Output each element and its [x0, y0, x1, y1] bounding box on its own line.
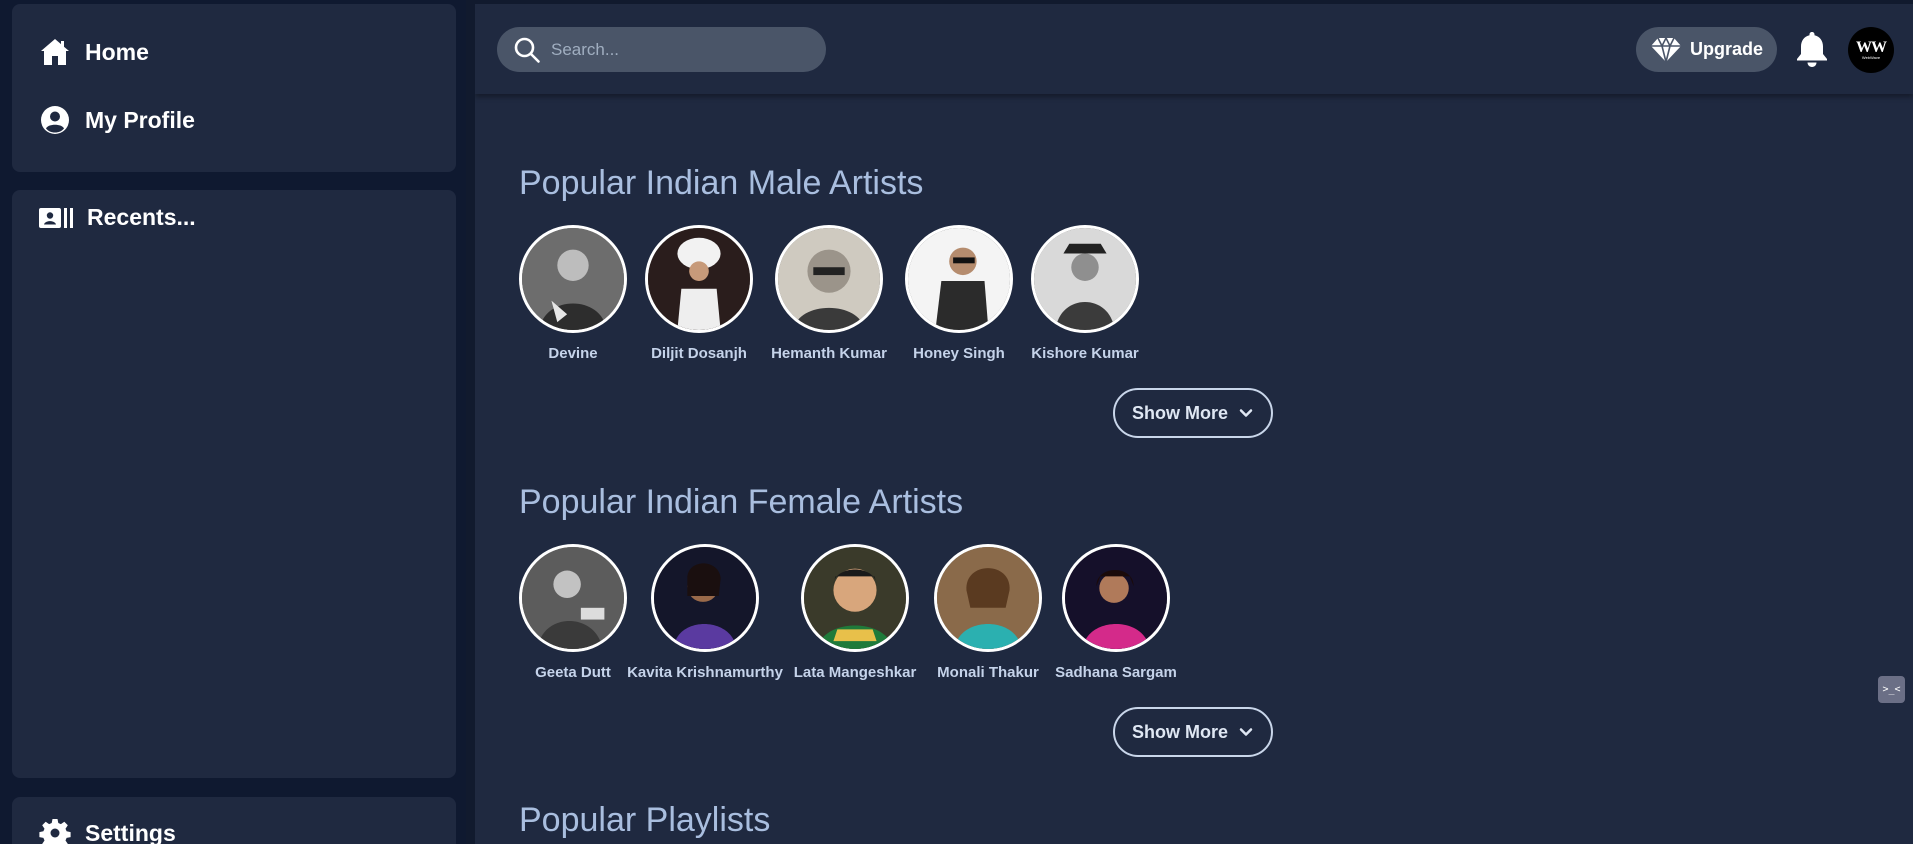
sidebar-item-profile[interactable]: My Profile	[39, 104, 195, 136]
artist-photo	[519, 544, 627, 652]
app-root: Home My Profile Recents... Settings Sear…	[0, 0, 1913, 844]
user-circle-icon	[41, 106, 69, 134]
bell-icon	[1797, 32, 1827, 67]
upgrade-label: Upgrade	[1690, 39, 1764, 59]
artist-card[interactable]: Kavita Krishnamurthy	[627, 544, 783, 681]
recents-panel: Recents...	[12, 190, 456, 778]
artist-name: Hemanth Kumar	[771, 345, 887, 362]
settings-panel: Settings	[12, 797, 456, 844]
main-content: Upgrade WW WebWave Popular Indian Male A…	[475, 4, 1913, 844]
artist-photo	[934, 544, 1042, 652]
artist-name: Devine	[548, 345, 598, 362]
artist-photo	[1062, 544, 1170, 652]
notifications-button[interactable]	[1795, 30, 1829, 68]
chevron-down-icon	[1239, 409, 1253, 417]
section-title-female-artists: Popular Indian Female Artists	[519, 483, 964, 521]
top-bar: Upgrade WW WebWave	[475, 4, 1913, 94]
artist-photo	[519, 225, 627, 333]
address-card-icon	[39, 207, 73, 228]
nav-panel: Home My Profile	[12, 4, 456, 172]
chevron-down-icon	[1239, 728, 1253, 736]
artist-card[interactable]: Geeta Dutt	[519, 544, 627, 681]
male-artists-row: Devine Diljit Dosanjh Hemanth Kumar Hone…	[519, 225, 1139, 362]
show-more-label: Show More	[1131, 402, 1228, 423]
sidebar-item-settings-label: Settings	[85, 819, 176, 844]
artist-card[interactable]: Kishore Kumar	[1031, 225, 1139, 362]
avatar-subtitle: WebWave	[1861, 54, 1881, 60]
show-more-male-button[interactable]: Show More	[1113, 388, 1273, 438]
search-icon	[514, 37, 540, 63]
sidebar-item-profile-label: My Profile	[85, 106, 195, 133]
section-title-male-artists: Popular Indian Male Artists	[519, 164, 924, 202]
artist-name: Monali Thakur	[937, 664, 1039, 681]
artist-name: Diljit Dosanjh	[651, 345, 747, 362]
section-title-playlists: Popular Playlists	[519, 801, 771, 839]
artist-name: Geeta Dutt	[535, 664, 611, 681]
artist-card[interactable]: Devine	[519, 225, 627, 362]
artist-photo	[905, 225, 1013, 333]
upgrade-button[interactable]: Upgrade	[1636, 27, 1777, 72]
artist-card[interactable]: Hemanth Kumar	[771, 225, 887, 362]
artist-name: Honey Singh	[913, 345, 1005, 362]
sidebar-item-recents-label: Recents...	[87, 204, 196, 230]
artist-name: Lata Mangeshkar	[793, 664, 917, 681]
sidebar-item-recents[interactable]: Recents...	[39, 204, 196, 231]
artist-photo	[775, 225, 883, 333]
home-icon	[41, 39, 69, 65]
artist-card[interactable]: Diljit Dosanjh	[645, 225, 753, 362]
floating-widget-button[interactable]: >_<	[1878, 676, 1905, 703]
sidebar-item-home-label: Home	[85, 38, 149, 65]
gear-icon	[39, 819, 71, 844]
avatar-initials: WW	[1856, 38, 1887, 56]
artist-name: Sadhana Sargam	[1055, 664, 1177, 681]
artist-card[interactable]: Sadhana Sargam	[1055, 544, 1177, 681]
user-avatar[interactable]: WW WebWave	[1848, 27, 1894, 73]
female-artists-row: Geeta Dutt Kavita Krishnamurthy Lata Man…	[519, 544, 1177, 681]
search-input[interactable]	[551, 39, 801, 60]
widget-icon: >_<	[1882, 684, 1901, 695]
show-more-female-button[interactable]: Show More	[1113, 707, 1273, 757]
artist-photo	[651, 544, 759, 652]
sidebar-item-home[interactable]: Home	[39, 36, 149, 68]
diamond-icon	[1651, 36, 1681, 62]
artist-photo	[645, 225, 753, 333]
artist-photo	[801, 544, 909, 652]
sidebar: Home My Profile Recents... Settings	[0, 0, 466, 844]
artist-card[interactable]: Lata Mangeshkar	[794, 544, 916, 681]
artist-photo	[1031, 225, 1139, 333]
artist-card[interactable]: Monali Thakur	[934, 544, 1042, 681]
artist-name: Kishore Kumar	[1031, 345, 1139, 362]
show-more-label: Show More	[1131, 721, 1228, 742]
artist-card[interactable]: Honey Singh	[905, 225, 1013, 362]
artist-name: Kavita Krishnamurthy	[627, 664, 783, 681]
sidebar-item-settings[interactable]: Settings	[39, 817, 176, 844]
search-bar	[497, 27, 826, 72]
